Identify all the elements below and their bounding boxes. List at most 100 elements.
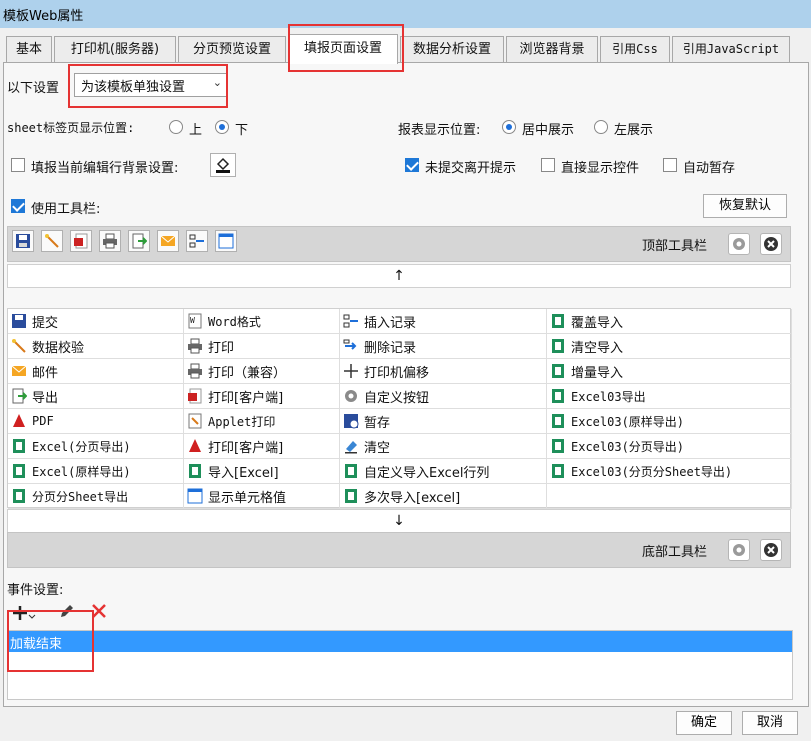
mail-icon[interactable] — [157, 230, 179, 252]
grid-item-import-excel[interactable]: 导入[Excel] — [184, 459, 340, 484]
grid-item-page-sheet-export[interactable]: 分页分Sheet导出 — [8, 484, 184, 509]
wand-icon[interactable] — [41, 230, 63, 252]
window-titlebar: 模板Web属性 — [0, 0, 811, 28]
pdf-icon — [186, 437, 204, 455]
excel-icon — [549, 437, 567, 455]
tab-printer-server[interactable]: 打印机(服务器) — [54, 36, 176, 63]
tab-fill-page-settings[interactable]: 填报页面设置 — [288, 34, 398, 64]
report-position-left-radio[interactable] — [594, 120, 608, 134]
row-bg-checkbox[interactable] — [11, 158, 25, 172]
excel-icon — [549, 462, 567, 480]
grid-item-multi-import[interactable]: 多次导入[excel] — [340, 484, 547, 509]
save-icon[interactable] — [12, 230, 34, 252]
grid-item-insert-record[interactable]: 插入记录 — [340, 309, 547, 334]
sheet-position-bottom-radio[interactable] — [215, 120, 229, 134]
grid-item-label: 自定义导入Excel行列 — [364, 465, 490, 481]
edit-event-button[interactable] — [58, 602, 78, 622]
event-item-load-complete[interactable]: 加载结束 — [8, 631, 792, 652]
grid-item-word[interactable]: W Word格式 — [184, 309, 340, 334]
grid-item-label: PDF — [32, 414, 54, 428]
grid-item-excel03-page-sheet[interactable]: Excel03(分页分Sheet导出) — [547, 459, 792, 484]
wand-icon — [10, 337, 28, 355]
sheet-position-top-radio[interactable] — [169, 120, 183, 134]
export-icon[interactable] — [128, 230, 150, 252]
grid-item-print[interactable]: 打印 — [184, 334, 340, 359]
gear-icon[interactable] — [728, 233, 750, 255]
grid-item-label: 插入记录 — [364, 315, 417, 331]
move-up-arrow[interactable]: ↑ — [7, 264, 791, 288]
grid-item-printer-offset[interactable]: 打印机偏移 — [340, 359, 547, 384]
grid-item-excel03-original[interactable]: Excel03(原样导出) — [547, 409, 792, 434]
grid-item-label: Excel03导出 — [571, 389, 646, 404]
tab-page-preview[interactable]: 分页预览设置 — [178, 36, 286, 63]
tab-basic[interactable]: 基本 — [6, 36, 52, 63]
print-fl-icon — [186, 387, 204, 405]
bottom-toolbar-label: 底部工具栏 — [642, 545, 708, 560]
grid-item-clear-import[interactable]: 清空导入 — [547, 334, 792, 359]
excel-icon — [549, 362, 567, 380]
grid-item-excel-original[interactable]: Excel(原样导出) — [8, 459, 184, 484]
close-icon[interactable] — [760, 233, 782, 255]
events-list: 加载结束 — [7, 630, 793, 700]
report-position-center-radio[interactable] — [502, 120, 516, 134]
grid-item-export[interactable]: 导出 — [8, 384, 184, 409]
grid-item-label: 删除记录 — [364, 340, 417, 356]
grid-item-print-compat[interactable]: 打印（兼容） — [184, 359, 340, 384]
print-fl-icon[interactable] — [70, 230, 92, 252]
grid-item-incremental-import[interactable]: 增量导入 — [547, 359, 792, 384]
grid-item-delete-record[interactable]: 删除记录 — [340, 334, 547, 359]
scope-select[interactable]: 为该模板单独设置 ⌄ — [74, 73, 228, 97]
grid-item-print-client-pdf[interactable]: 打印[客户端] — [184, 434, 340, 459]
unsubmitted-prompt-checkbox[interactable] — [405, 158, 419, 172]
grid-item-excel03-page[interactable]: Excel03(分页导出) — [547, 434, 792, 459]
excel-icon — [549, 412, 567, 430]
grid-item-overwrite-import[interactable]: 覆盖导入 — [547, 309, 792, 334]
sheet-position-label: sheet标签页显示位置: — [7, 121, 135, 135]
tab-ref-javascript[interactable]: 引用JavaScript — [672, 36, 790, 63]
delete-event-button[interactable] — [90, 602, 110, 622]
grid-item-temp-save[interactable]: 暂存 — [340, 409, 547, 434]
grid-item-pdf[interactable]: PDF — [8, 409, 184, 434]
grid-item-custom-button[interactable]: 自定义按钮 — [340, 384, 547, 409]
auto-save-checkbox[interactable] — [663, 158, 677, 172]
grid-item-excel-page[interactable]: Excel(分页导出) — [8, 434, 184, 459]
tab-browser-background[interactable]: 浏览器背景 — [506, 36, 598, 63]
grid-item-submit[interactable]: 提交 — [8, 309, 184, 334]
tab-ref-css[interactable]: 引用Css — [600, 36, 670, 63]
grid-item-excel03-export[interactable]: Excel03导出 — [547, 384, 792, 409]
scope-select-value: 为该模板单独设置 — [81, 80, 186, 95]
restore-default-button[interactable]: 恢复默认 — [703, 194, 787, 218]
gear-icon[interactable] — [728, 539, 750, 561]
printer-icon[interactable] — [99, 230, 121, 252]
add-event-button[interactable] — [12, 602, 36, 624]
grid-item-label: Excel03(原样导出) — [571, 414, 685, 429]
ok-button[interactable]: 确定 — [676, 711, 732, 735]
cell-value-icon[interactable] — [215, 230, 237, 252]
report-position-label: 报表显示位置: — [398, 123, 481, 138]
grid-item-custom-import-excel[interactable]: 自定义导入Excel行列 — [340, 459, 547, 484]
paint-bucket-icon[interactable] — [210, 153, 236, 177]
grid-item-print-client[interactable]: 打印[客户端] — [184, 384, 340, 409]
excel-icon — [549, 337, 567, 355]
grid-item-label: 导入[Excel] — [208, 465, 279, 481]
grid-item-mail[interactable]: 邮件 — [8, 359, 184, 384]
use-toolbar-checkbox[interactable] — [11, 199, 25, 213]
grid-item-label: Excel03(分页分Sheet导出) — [571, 464, 733, 479]
tab-data-analysis[interactable]: 数据分析设置 — [400, 36, 504, 63]
move-down-arrow[interactable]: ↓ — [7, 509, 791, 533]
close-icon[interactable] — [760, 539, 782, 561]
printer-icon — [186, 337, 204, 355]
insert-record-icon[interactable] — [186, 230, 208, 252]
save-icon — [10, 312, 28, 330]
grid-item-verify[interactable]: 数据校验 — [8, 334, 184, 359]
grid-item-clear[interactable]: 清空 — [340, 434, 547, 459]
grid-item-show-cell-value[interactable]: 显示单元格值 — [184, 484, 340, 509]
show-widgets-checkbox[interactable] — [541, 158, 555, 172]
grid-item-applet-print[interactable]: Applet打印 — [184, 409, 340, 434]
export-icon — [10, 387, 28, 405]
chevron-down-icon: ⌄ — [212, 76, 222, 89]
excel-icon — [342, 462, 360, 480]
grid-item-label: Applet打印 — [208, 414, 276, 429]
grid-item-label: 打印[客户端] — [208, 390, 284, 406]
cancel-button[interactable]: 取消 — [742, 711, 798, 735]
